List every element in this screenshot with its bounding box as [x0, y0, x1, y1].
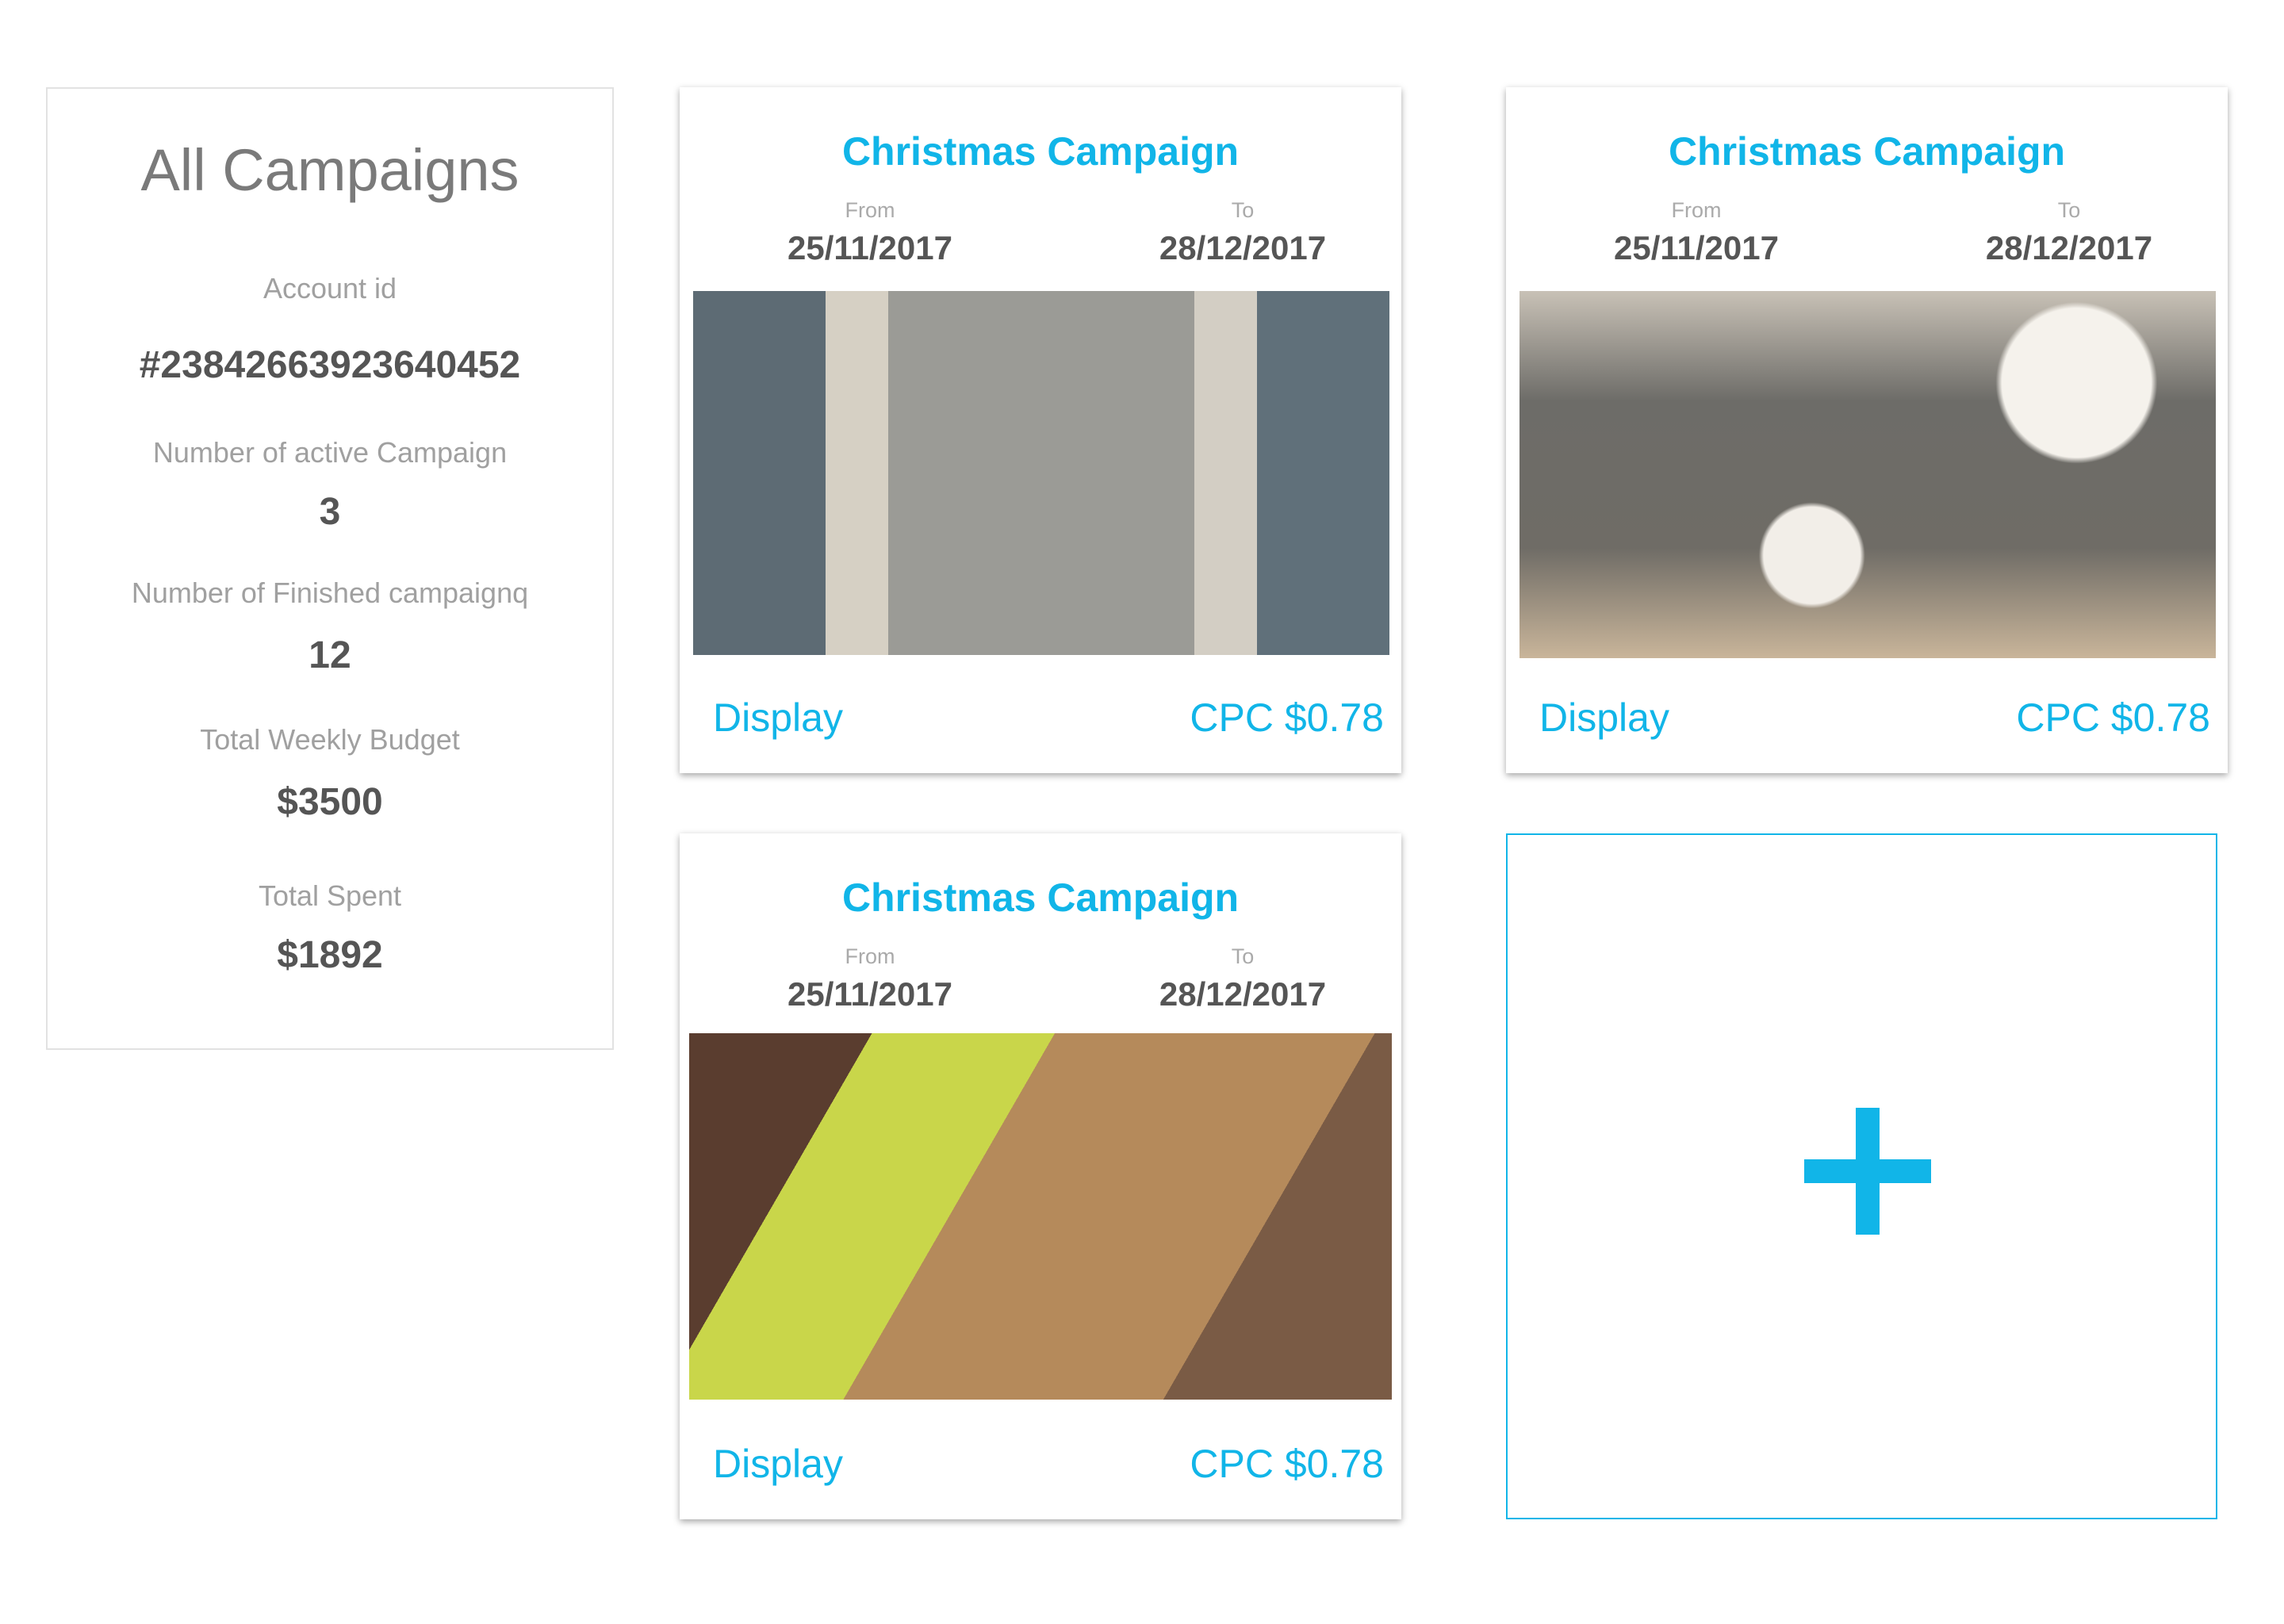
campaign-card[interactable]: Christmas Campaign From 25/11/2017 To 28/1…: [680, 87, 1401, 773]
finished-campaigns-value: 12: [308, 634, 351, 676]
campaign-title: Christmas Campaign: [1668, 129, 2066, 174]
campaign-type: Display: [1539, 695, 1669, 740]
from-label: From: [1671, 198, 1722, 222]
campaign-title: Christmas Campaign: [841, 875, 1240, 920]
campaign-cpc: CPC $0.78: [1190, 1442, 1384, 1486]
active-campaigns-value: 3: [319, 491, 341, 533]
campaign-card[interactable]: Christmas Campaign From 25/11/2017 To 28/1…: [680, 833, 1401, 1519]
campaign-title: Christmas Campaign: [841, 129, 1240, 174]
from-date: 25/11/2017: [788, 975, 952, 1013]
page-title: All Campaigns: [140, 137, 519, 203]
add-campaign-button[interactable]: [1506, 833, 2217, 1519]
campaign-cpc: CPC $0.78: [2016, 695, 2210, 740]
total-spent-value: $1892: [277, 934, 383, 976]
weekly-budget-value: $3500: [277, 781, 383, 823]
campaign-type: Display: [713, 1442, 843, 1486]
campaign-image-delivery: [689, 1033, 1392, 1400]
account-id-label: Account id: [263, 272, 397, 304]
from-label: From: [845, 944, 895, 968]
account-id-value: #23842663923640452: [139, 344, 521, 386]
to-label: To: [1231, 198, 1255, 222]
to-label: To: [1231, 944, 1255, 968]
campaign-type: Display: [713, 695, 843, 740]
to-date: 28/12/2017: [1159, 229, 1327, 266]
to-label: To: [2057, 198, 2081, 222]
campaigns-summary-panel: All Campaigns Account id #23842663923640…: [46, 87, 614, 1050]
to-date: 28/12/2017: [1159, 975, 1327, 1013]
from-label: From: [845, 198, 895, 222]
finished-campaigns-label: Number of Finished campaignq: [131, 576, 529, 609]
weekly-budget-label: Total Weekly Budget: [200, 723, 460, 756]
campaign-cpc: CPC $0.78: [1190, 695, 1384, 740]
active-campaigns-label: Number of active Campaign: [152, 436, 508, 469]
campaign-image-cyclist: [693, 291, 1389, 655]
campaign-card[interactable]: Christmas Campaign From 25/11/2017 To 28/1…: [1506, 87, 2228, 773]
total-spent-label: Total Spent: [258, 879, 402, 912]
to-date: 28/12/2017: [1985, 229, 2153, 266]
from-date: 25/11/2017: [1614, 229, 1779, 266]
from-date: 25/11/2017: [788, 229, 952, 266]
campaign-image-food: [1519, 291, 2216, 658]
